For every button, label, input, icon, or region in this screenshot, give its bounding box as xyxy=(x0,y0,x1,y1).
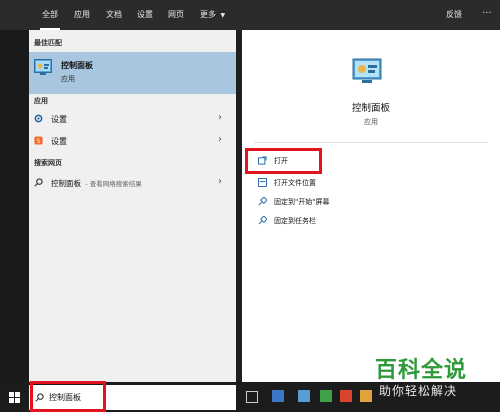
apps-heading: 应用 xyxy=(34,97,48,105)
detail-app-type: 应用 xyxy=(364,118,378,126)
app-item-label: 设置 xyxy=(51,137,67,146)
settings-app-icon: S xyxy=(34,136,43,145)
pinned-app-icon[interactable] xyxy=(320,390,332,402)
feedback-link[interactable]: 反馈 xyxy=(446,0,462,30)
web-search-label: 控制面板 - 查看网络搜索结果 xyxy=(51,178,142,189)
web-heading: 搜索网页 xyxy=(34,159,62,167)
app-item-settings-2[interactable]: S 设置 › xyxy=(29,131,236,151)
pinned-app-icon[interactable] xyxy=(272,390,284,402)
tab-documents[interactable]: 文档 xyxy=(106,0,122,30)
pinned-app-icon[interactable] xyxy=(298,390,310,402)
tab-all[interactable]: 全部 xyxy=(40,0,60,30)
best-match-item[interactable]: 控制面板 应用 xyxy=(29,52,236,94)
chevron-right-icon[interactable]: › xyxy=(218,176,222,187)
chevron-right-icon[interactable]: › xyxy=(218,112,222,123)
start-menu-edge xyxy=(0,30,29,382)
detail-app-name: 控制面板 xyxy=(351,103,390,114)
highlight-search-box xyxy=(30,381,106,412)
tab-settings[interactable]: 设置 xyxy=(137,0,153,30)
pin-icon xyxy=(258,216,267,225)
web-search-item[interactable]: 控制面板 - 查看网络搜索结果 › xyxy=(29,173,236,193)
chevron-right-icon[interactable]: › xyxy=(218,134,222,145)
tab-more-label: 更多 xyxy=(200,10,216,19)
tab-apps[interactable]: 应用 xyxy=(74,0,90,30)
best-match-type: 应用 xyxy=(61,75,75,83)
detail-pane: 控制面板 应用 打开 打开文件位置 固定到"开始"屏幕 固定到任务栏 xyxy=(242,30,500,382)
svg-text:S: S xyxy=(37,138,41,145)
best-match-heading: 最佳匹配 xyxy=(34,39,62,47)
highlight-open-action xyxy=(245,148,322,174)
file-location-icon xyxy=(258,178,267,187)
action-label: 固定到"开始"屏幕 xyxy=(274,198,330,206)
gear-icon xyxy=(34,114,43,123)
task-view-icon[interactable] xyxy=(246,391,258,403)
results-pane: 最佳匹配 控制面板 应用 应用 设置 › S 设置 › 搜索网页 控制面板 - … xyxy=(29,30,236,382)
best-match-name: 控制面板 xyxy=(61,61,93,70)
chevron-down-icon: ▼ xyxy=(220,12,226,19)
tab-more[interactable]: 更多 ▼ xyxy=(200,0,225,30)
app-item-label: 设置 xyxy=(51,115,67,124)
windows-start-icon[interactable] xyxy=(9,392,20,403)
web-search-hint: - 查看网络搜索结果 xyxy=(85,180,142,188)
control-panel-icon xyxy=(34,59,52,75)
web-search-term: 控制面板 xyxy=(51,179,81,188)
app-item-settings[interactable]: 设置 › xyxy=(29,109,236,129)
action-label: 打开文件位置 xyxy=(274,179,316,187)
action-label: 固定到任务栏 xyxy=(274,217,316,225)
search-icon xyxy=(34,178,43,187)
detail-divider xyxy=(254,142,488,143)
control-panel-large-icon xyxy=(352,58,382,83)
tab-web[interactable]: 网页 xyxy=(168,0,184,30)
watermark: 百科全说 助你轻松解决 xyxy=(365,352,495,410)
watermark-main: 百科全说 xyxy=(375,358,468,383)
pin-icon xyxy=(258,197,267,206)
ellipsis-icon[interactable]: ··· xyxy=(482,0,492,30)
watermark-sub: 助你轻松解决 xyxy=(379,384,458,398)
search-filter-bar: 全部 应用 文档 设置 网页 更多 ▼ 反馈 ··· xyxy=(0,0,500,30)
pinned-app-icon[interactable] xyxy=(340,390,352,402)
